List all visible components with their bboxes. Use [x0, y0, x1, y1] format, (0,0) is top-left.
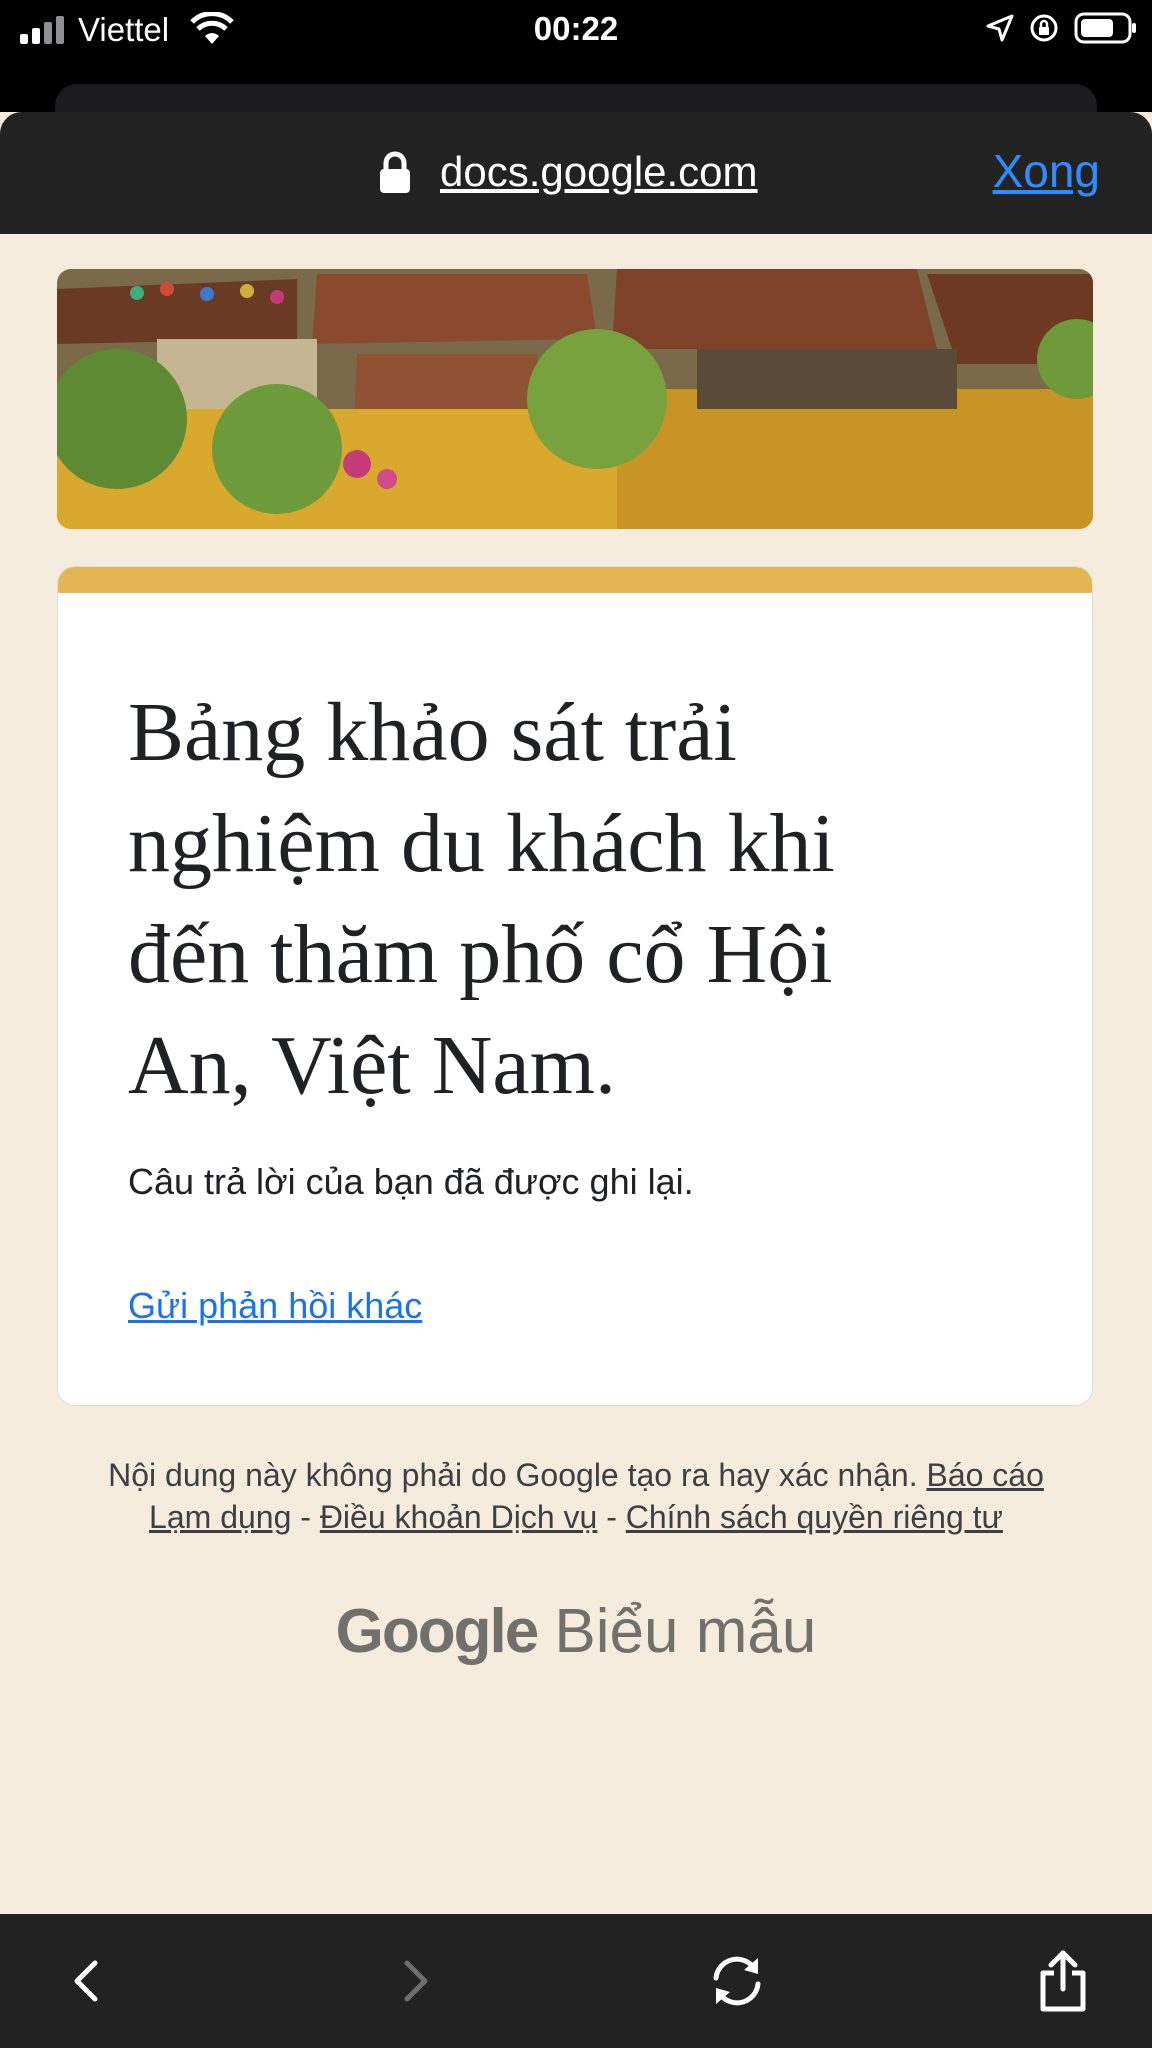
rotation-lock-icon [1030, 14, 1058, 42]
battery-icon [1074, 12, 1136, 44]
response-recorded-message: Câu trả lời của bạn đã được ghi lại. [128, 1161, 694, 1202]
form-card: Bảng khảo sát trải nghiệm du khách khi đ… [57, 566, 1093, 1406]
separator: - [291, 1499, 320, 1535]
disclaimer-text: Nội dung này không phải do Google tạo ra… [108, 1457, 918, 1493]
header-banner-image [57, 269, 1093, 529]
location-arrow-icon [986, 14, 1014, 42]
back-icon [74, 1960, 98, 2002]
google-forms-logo[interactable]: Google Biểu mẫu [0, 1594, 1152, 1670]
browser-header: docs.google.com Xong [0, 112, 1152, 234]
share-button[interactable] [1018, 1936, 1108, 2026]
status-right-icons [986, 12, 1138, 44]
submit-another-response-link[interactable]: Gửi phản hồi khác [128, 1285, 422, 1327]
lock-icon [380, 151, 410, 193]
footer-disclaimer: Nội dung này không phải do Google tạo ra… [100, 1454, 1052, 1538]
terms-of-service-link[interactable]: Điều khoản Dịch vụ [320, 1499, 597, 1535]
forward-button[interactable] [370, 1936, 460, 2026]
url-display[interactable]: docs.google.com [378, 146, 758, 198]
share-icon [1040, 1950, 1086, 2012]
reload-icon [713, 1956, 761, 2006]
form-title: Bảng khảo sát trải nghiệm du khách khi đ… [128, 686, 835, 1112]
back-button[interactable] [42, 1936, 132, 2026]
privacy-policy-link[interactable]: Chính sách quyền riêng tư [626, 1499, 1003, 1535]
card-accent-bar [58, 567, 1092, 593]
forms-wordmark: Biểu mẫu [554, 1597, 817, 1666]
browser-toolbar [0, 1914, 1152, 2048]
separator: - [597, 1499, 626, 1535]
url-text[interactable]: docs.google.com [440, 146, 758, 198]
reload-button[interactable] [692, 1936, 782, 2026]
google-wordmark: Google [335, 1597, 540, 1666]
done-button[interactable]: Xong [993, 144, 1100, 198]
status-time: 00:22 [533, 10, 619, 47]
forward-icon [404, 1960, 428, 2002]
